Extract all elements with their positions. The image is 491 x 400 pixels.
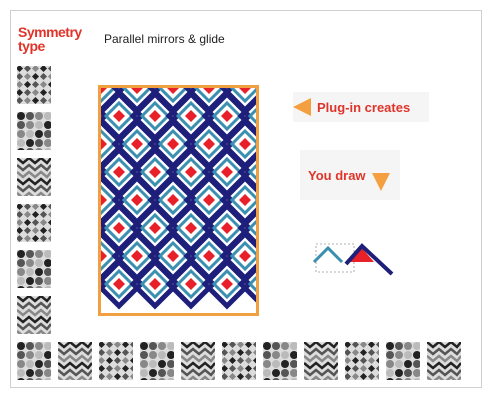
motif-shape — [312, 243, 394, 276]
thumb-hex[interactable] — [304, 342, 338, 380]
you-draw-label: You draw — [308, 167, 366, 183]
you-draw-hint: You draw — [300, 150, 400, 200]
thumb-diamond-rows[interactable] — [17, 250, 51, 288]
drawn-motif[interactable] — [310, 240, 398, 280]
thumb-weave[interactable] — [222, 342, 256, 380]
thumb-swirl[interactable] — [345, 342, 379, 380]
thumb-floral[interactable] — [427, 342, 461, 380]
symmetry-mode-title: Parallel mirrors & glide — [104, 32, 225, 46]
thumb-leaf[interactable] — [17, 112, 51, 150]
thumb-tri[interactable] — [263, 342, 297, 380]
thumb-fleur[interactable] — [17, 158, 51, 196]
thumb-squares[interactable] — [181, 342, 215, 380]
thumb-meander[interactable] — [17, 342, 51, 380]
thumb-figure[interactable] — [17, 204, 51, 242]
left-arrow-icon — [293, 98, 311, 116]
thumb-pinwheel[interactable] — [58, 342, 92, 380]
generated-pattern — [101, 88, 256, 313]
symmetry-type-label: Symmetry type — [18, 24, 82, 54]
thumb-zigzag[interactable] — [17, 296, 51, 334]
thumb-flower[interactable] — [386, 342, 420, 380]
thumb-scallop[interactable] — [17, 66, 51, 104]
down-arrow-icon — [371, 173, 390, 191]
plugin-creates-label: Plug-in creates — [317, 99, 411, 115]
thumb-star[interactable] — [99, 342, 133, 380]
pattern-canvas[interactable] — [98, 85, 259, 316]
plugin-creates-hint: Plug-in creates — [293, 92, 429, 122]
thumb-lattice[interactable] — [140, 342, 174, 380]
